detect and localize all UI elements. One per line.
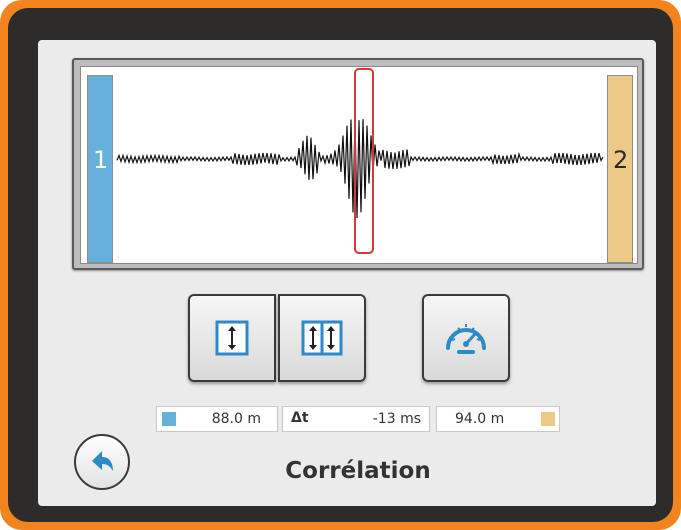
sensor-2-distance-readout: 94.0 m <box>436 406 560 432</box>
speed-button[interactable] <box>422 294 510 382</box>
sensor-1-distance-readout: 88.0 m <box>156 406 278 432</box>
device-bezel: 1 2 88.0 m Δt -13 ms 94.0 m Corrélation <box>8 8 673 522</box>
single-arrow-updown-icon <box>215 320 249 356</box>
dual-scale-button[interactable] <box>278 294 366 382</box>
sensor-1-distance-value: 88.0 m <box>211 411 261 427</box>
sensor-1-label: 1 <box>93 146 109 174</box>
delta-t-label: Δt <box>291 410 309 426</box>
screen: 1 2 88.0 m Δt -13 ms 94.0 m Corrélation <box>38 40 656 506</box>
device-frame: 1 2 88.0 m Δt -13 ms 94.0 m Corrélation <box>0 0 681 530</box>
waveform-plot <box>116 68 604 254</box>
correlation-waveform <box>116 119 604 219</box>
single-scale-button[interactable] <box>188 294 276 382</box>
sensor-2-label: 2 <box>613 146 629 174</box>
sensor-1-swatch <box>162 412 176 426</box>
waveform-panel: 1 2 <box>72 58 644 270</box>
sensor-2-distance-value: 94.0 m <box>455 411 505 427</box>
double-arrow-updown-icon <box>301 320 343 356</box>
speedometer-icon <box>446 324 486 354</box>
back-arrow-icon <box>92 451 113 471</box>
waveform-display[interactable]: 1 2 <box>80 66 638 264</box>
sensor-2-swatch <box>541 412 555 426</box>
page-title: Corrélation <box>285 458 431 484</box>
delta-t-value: -13 ms <box>372 411 421 427</box>
waveform-trace <box>116 119 604 219</box>
back-button[interactable] <box>74 434 130 490</box>
delta-t-readout: Δt -13 ms <box>282 406 430 432</box>
